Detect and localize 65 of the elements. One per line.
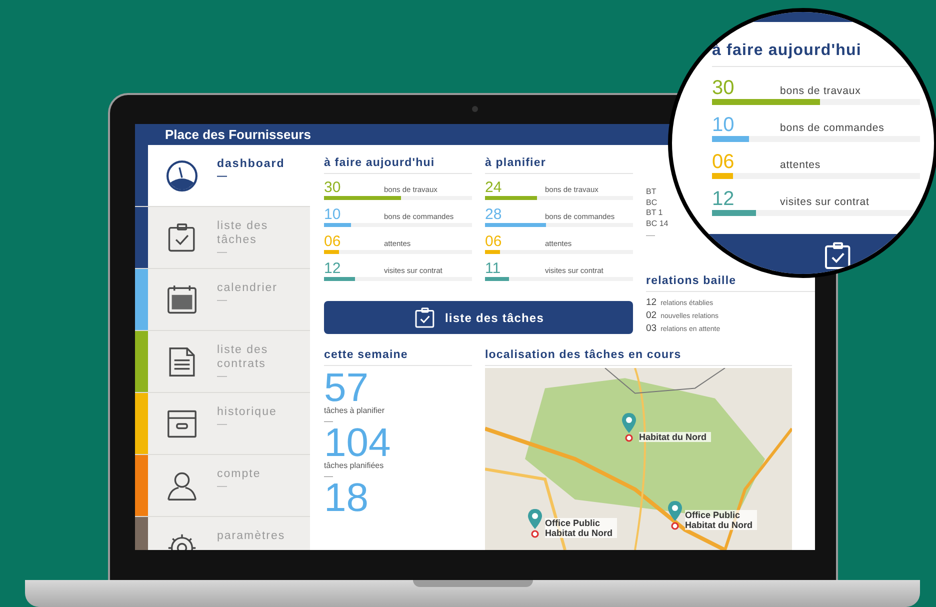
task-code: BT [646, 187, 656, 198]
sidebar-label: dashboard [217, 157, 286, 171]
sidebar-item[interactable]: paramètres [135, 517, 310, 550]
stat-number: 18 [324, 481, 370, 515]
relation-count: 03 [646, 323, 657, 335]
sidebar-item[interactable]: liste des tâches — [135, 207, 310, 269]
sidebar-label: compte [217, 467, 262, 481]
app-title: Place des Fournisseurs [165, 127, 311, 142]
sidebar-item[interactable]: compte — [135, 455, 310, 517]
count-number: 10 [712, 114, 736, 136]
dash-mark: — [217, 247, 228, 259]
sidebar-item[interactable]: liste des contrats — [135, 331, 310, 393]
clipboard-check-icon [413, 306, 437, 330]
sidebar-label: liste des contrats [217, 343, 270, 371]
sidebar-item[interactable]: historique — [135, 393, 310, 455]
map-label: Office Public Habitat du Nord [685, 510, 757, 530]
stat-label: tâches à planifier [324, 405, 386, 416]
count-number: 10 [324, 206, 342, 223]
sidebar-label: calendrier [217, 281, 278, 295]
dash-mark: — [217, 295, 228, 307]
count-number: 06 [485, 233, 503, 250]
gauge-icon [165, 159, 199, 193]
count-number: 12 [324, 260, 342, 277]
section-heading: à faire aujourd'hui [324, 157, 472, 174]
dash-mark: — [324, 471, 334, 481]
task-code: BC 14 [646, 218, 668, 229]
count-number: 11 [485, 260, 502, 277]
count-number: 24 [485, 179, 503, 196]
relation-count: 02 [646, 310, 657, 322]
dash-mark: — [217, 171, 228, 183]
sidebar-label: liste des tâches [217, 219, 270, 247]
stat-label: visites sur contrat [780, 196, 870, 208]
task-code: BC [646, 198, 658, 208]
sidebar-item[interactable]: calendrier — [135, 269, 310, 331]
dash-mark: — [217, 419, 228, 431]
section-heading: à planifier [485, 157, 633, 174]
map-label: Office Public Habitat du Nord [545, 518, 617, 538]
count-number: 06 [712, 151, 736, 173]
stat-label: attentes [780, 159, 821, 171]
dash-mark: — [217, 371, 228, 383]
dash-mark: — [324, 416, 334, 426]
task-list-button[interactable]: liste des tâches [324, 301, 633, 334]
task-code: BT 1 [646, 208, 663, 218]
map-pin-icon[interactable] [621, 412, 637, 442]
stat-number: 104 [324, 426, 392, 460]
stat-number: 57 [324, 371, 368, 405]
map-label: Habitat du Nord [639, 432, 711, 442]
map-pin-icon[interactable] [667, 500, 683, 530]
dash-mark: — [217, 481, 228, 493]
map-pin-icon[interactable] [527, 508, 543, 538]
count-number: 30 [712, 77, 736, 99]
count-number: 12 [712, 188, 736, 210]
section-heading: cette semaine [324, 349, 472, 366]
section-heading: localisation des tâches en cours [485, 349, 792, 366]
relation-count: 12 [646, 297, 657, 309]
count-number: 30 [324, 179, 342, 196]
sidebar-label: paramètres [217, 529, 286, 543]
dash-mark: — [646, 229, 656, 241]
sidebar-label: historique [217, 405, 278, 419]
count-number: 28 [485, 206, 503, 223]
sidebar-item[interactable]: dashboard — [135, 145, 310, 207]
stat-label: bons de commandes [780, 122, 884, 134]
stat-label: bons de travaux [780, 85, 861, 97]
count-number: 06 [324, 233, 342, 250]
stat-label: tâches planifiées [324, 460, 385, 471]
